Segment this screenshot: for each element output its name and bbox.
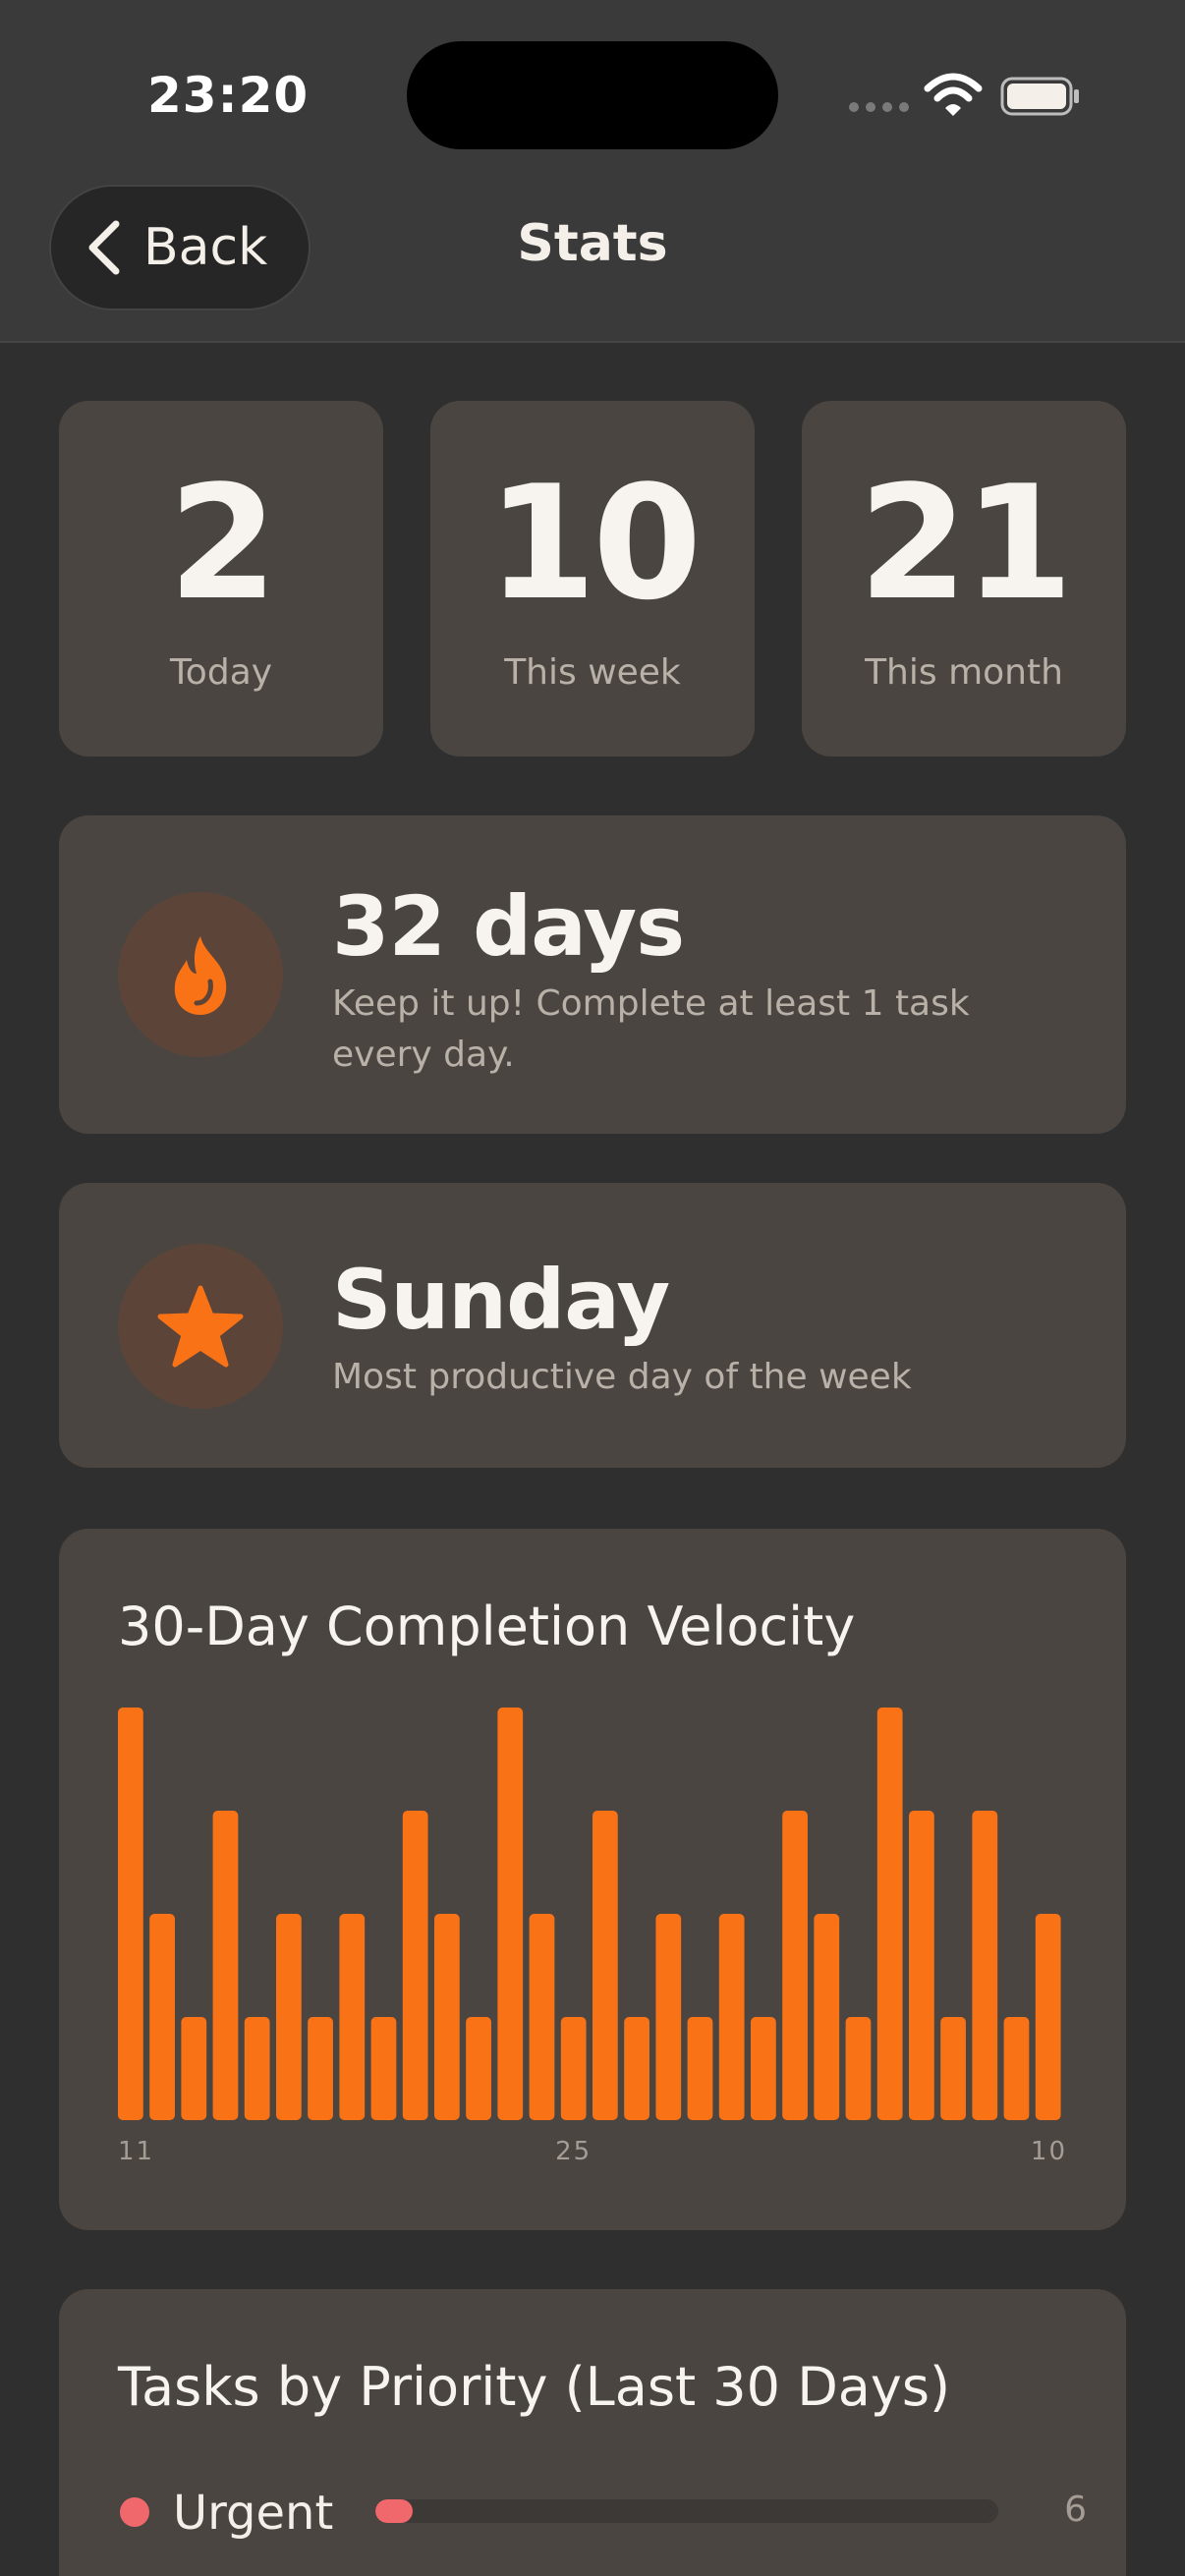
stat-card-this-month: 21 This month xyxy=(802,401,1126,756)
chart-bar xyxy=(308,2017,333,2120)
page-title: Stats xyxy=(517,214,668,273)
stat-value: 10 xyxy=(486,451,703,635)
velocity-bar-chart: 11 25 10 xyxy=(118,1708,1067,2166)
stat-label: Today xyxy=(169,652,273,693)
chart-bar xyxy=(244,2017,270,2120)
battery-icon xyxy=(1000,77,1079,116)
x-tick-label: 25 xyxy=(555,2137,592,2166)
chart-bar xyxy=(434,1914,460,2120)
chart-bar xyxy=(940,2017,966,2120)
priority-count-urgent: 6 xyxy=(1064,2490,1087,2530)
x-tick-label: 11 xyxy=(118,2137,154,2166)
chart-bar xyxy=(972,1811,998,2120)
wifi-icon xyxy=(924,73,983,116)
chart-bar xyxy=(845,2017,872,2120)
priority-title: Tasks by Priority (Last 30 Days) xyxy=(118,2356,951,2418)
chart-bar xyxy=(718,1914,745,2120)
priority-label-urgent: Urgent xyxy=(173,2486,334,2541)
chart-bar xyxy=(118,1708,143,2120)
stat-value: 2 xyxy=(168,451,277,635)
chart-bar xyxy=(212,1811,239,2120)
stat-label: This week xyxy=(504,652,681,693)
chart-bar xyxy=(909,1811,934,2120)
chart-bar xyxy=(814,1914,840,2120)
velocity-chart-card: 30-Day Completion Velocity 11 25 10 xyxy=(59,1529,1126,2230)
top-bar: 23:20 Back Stats xyxy=(0,0,1185,343)
chart-bar xyxy=(339,1914,366,2120)
chart-bar xyxy=(751,2017,776,2120)
chart-bar xyxy=(402,1811,428,2120)
chart-bar xyxy=(592,1811,618,2120)
flame-icon xyxy=(174,936,227,1015)
chart-bar xyxy=(466,2017,491,2120)
chart-bar xyxy=(782,1811,808,2120)
priority-bar-fill-urgent xyxy=(375,2499,414,2523)
productive-day-subtitle: Most productive day of the week xyxy=(332,1357,912,1397)
chart-bar xyxy=(687,2017,713,2120)
priority-card: Tasks by Priority (Last 30 Days) Urgent … xyxy=(59,2289,1126,2576)
chart-bar xyxy=(529,1914,555,2120)
chart-bar xyxy=(276,1914,302,2120)
chart-bar xyxy=(655,1914,682,2120)
chart-bar xyxy=(560,2017,587,2120)
chart-bar xyxy=(1003,2017,1030,2120)
productive-day-title: Sunday xyxy=(332,1252,670,1348)
x-tick-label: 10 xyxy=(1031,2137,1067,2166)
cellular-signal-icon xyxy=(849,102,909,112)
stat-label: This month xyxy=(865,652,1063,693)
productive-day-card: Sunday Most productive day of the week xyxy=(59,1183,1126,1468)
stat-card-this-week: 10 This week xyxy=(430,401,755,756)
status-time: 23:20 xyxy=(147,67,310,124)
priority-bar-track xyxy=(375,2499,998,2523)
chart-bar xyxy=(1035,1914,1061,2120)
streak-subtitle: Keep it up! Complete at least 1 task eve… xyxy=(332,983,970,1075)
chart-bar xyxy=(497,1708,524,2120)
urgent-dot xyxy=(120,2497,149,2527)
star-icon-badge xyxy=(118,1244,283,1409)
chart-bar xyxy=(149,1914,175,2120)
streak-card: 32 days Keep it up! Complete at least 1 … xyxy=(59,815,1126,1134)
chart-bar xyxy=(624,2017,649,2120)
chart-bar xyxy=(181,2017,207,2120)
stat-card-today: 2 Today xyxy=(59,401,383,756)
stat-value: 21 xyxy=(858,451,1074,635)
chart-bar xyxy=(370,2017,397,2120)
dynamic-island xyxy=(407,41,778,149)
flame-icon-badge xyxy=(118,892,283,1057)
star-icon xyxy=(157,1285,244,1368)
streak-title: 32 days xyxy=(332,878,685,975)
chart-bar xyxy=(876,1708,903,2120)
